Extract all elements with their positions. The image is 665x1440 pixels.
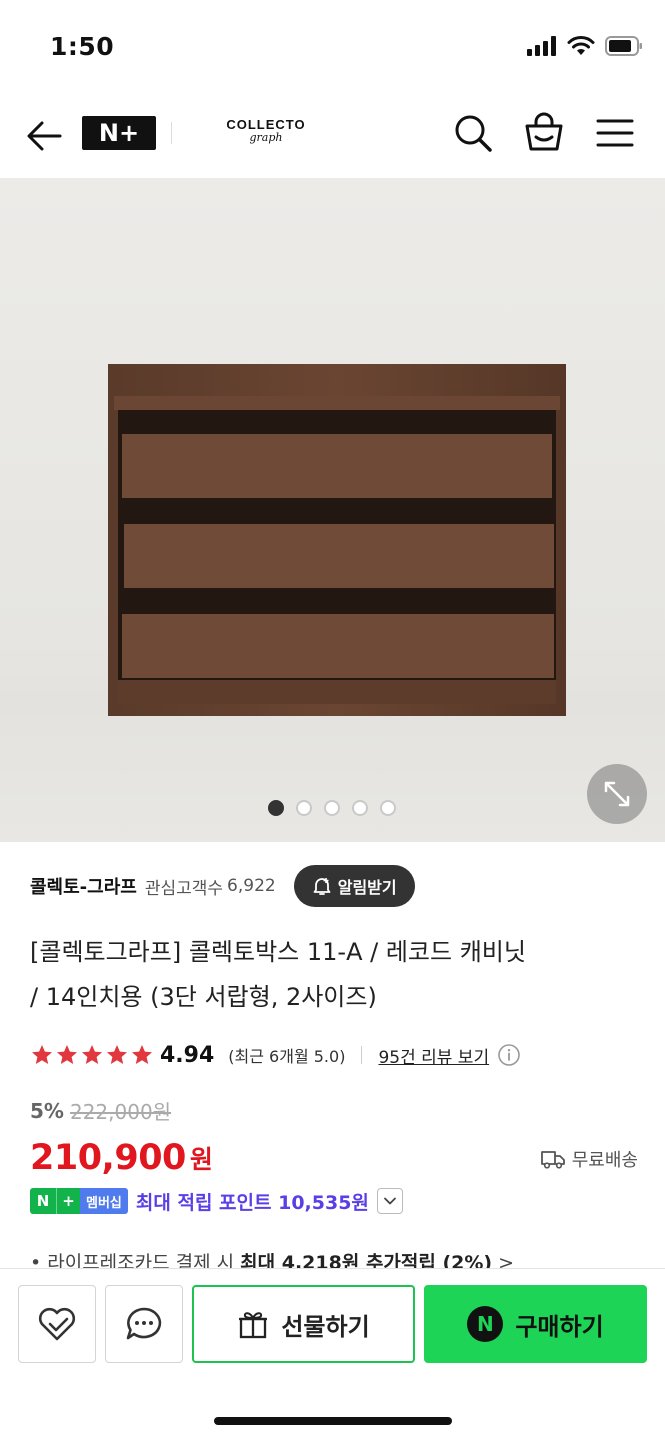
product-title-line2: / 14인치용 (3단 서랍형, 2사이즈) — [30, 983, 377, 1011]
shipping-label: 무료배송 — [571, 1150, 638, 1171]
star-icon — [32, 1045, 52, 1064]
signal-icon — [527, 36, 556, 56]
badge-membership-label: 멤버십 — [80, 1188, 128, 1214]
zoom-button[interactable] — [587, 764, 647, 824]
nav-header: N+ COLLECTO graph — [0, 98, 665, 178]
bell-plus-icon — [313, 878, 331, 895]
chat-bubble-icon — [126, 1307, 162, 1340]
rating-separator — [361, 1046, 363, 1064]
buy-button-label: 구매하기 — [515, 1312, 604, 1341]
status-time: 1:50 — [50, 32, 115, 61]
gift-icon — [239, 1312, 268, 1339]
gallery-dot[interactable] — [296, 800, 312, 816]
product-image-gallery[interactable] — [0, 178, 665, 842]
store-row: 콜렉토-그라프 관심고객수 6,922 알림받기 — [30, 864, 650, 908]
back-button[interactable] — [24, 116, 64, 156]
status-icons — [527, 36, 643, 56]
membership-point-row: N + 멤버십 최대 적립 포인트 10,535원 — [30, 1186, 403, 1216]
home-indicator — [214, 1417, 452, 1425]
naver-plus-badge: N + 멤버십 — [30, 1188, 128, 1214]
search-icon — [455, 115, 492, 152]
alarm-subscribe-button[interactable]: 알림받기 — [293, 865, 415, 907]
product-title-line1: [콜렉토그라프] 콜렉토박스 11-A / 레코드 캐비닛 — [30, 938, 526, 966]
store-fans-count: 6,922 — [227, 876, 276, 896]
store-logo-line1: COLLECTO — [226, 117, 306, 132]
gallery-dot[interactable] — [268, 800, 284, 816]
rating-stars — [30, 1043, 154, 1067]
talk-talk-button[interactable] — [105, 1285, 183, 1363]
cart-button[interactable] — [523, 111, 565, 153]
image-floor — [0, 698, 665, 842]
star-icon — [82, 1045, 102, 1064]
store-name[interactable]: 콜렉토-그라프 — [30, 873, 137, 899]
menu-button[interactable] — [596, 116, 634, 150]
shipping-info: 무료배송 — [540, 1146, 638, 1172]
discount-row: 5% 222,000원 — [30, 1096, 171, 1125]
original-price: 222,000원 — [69, 1100, 172, 1124]
star-icon — [107, 1045, 127, 1064]
store-logo-line2: graph — [249, 131, 283, 144]
status-bar: 1:50 — [0, 0, 665, 98]
star-icon — [57, 1045, 77, 1064]
review-link[interactable]: 95건 리뷰 보기 — [378, 1043, 489, 1068]
info-icon[interactable] — [497, 1043, 521, 1067]
bottom-action-bar: 선물하기 N 구매하기 — [0, 1268, 665, 1440]
store-fans-label: 관심고객수 — [144, 878, 224, 899]
price-row: 210,900 원 무료배송 — [30, 1132, 638, 1178]
nav-divider — [171, 122, 172, 144]
rating-row: 4.94 (최근 6개월 5.0) 95건 리뷰 보기 — [30, 1038, 521, 1072]
gallery-dot[interactable] — [380, 800, 396, 816]
hamburger-menu-icon — [596, 119, 634, 147]
wifi-icon — [567, 36, 595, 55]
product-title: [콜렉토그라프] 콜렉토박스 11-A / 레코드 캐비닛 / 14인치용 (3… — [30, 930, 640, 1020]
rating-recent: (최근 6개월 5.0) — [228, 1047, 346, 1066]
gallery-dot[interactable] — [352, 800, 368, 816]
gift-button[interactable]: 선물하기 — [192, 1285, 415, 1363]
store-logo[interactable]: COLLECTO graph — [218, 118, 314, 150]
chevron-down-icon — [384, 1197, 396, 1205]
naver-pay-n-icon: N — [467, 1306, 504, 1342]
alarm-button-label: 알림받기 — [337, 878, 397, 897]
rating-score: 4.94 — [160, 1042, 215, 1068]
search-button[interactable] — [453, 113, 493, 153]
expand-icon — [604, 781, 630, 807]
buy-button[interactable]: N 구매하기 — [424, 1285, 647, 1363]
price-unit: 원 — [189, 1145, 213, 1174]
shopping-bag-icon — [525, 112, 563, 151]
nplus-logo[interactable]: N+ — [82, 116, 156, 150]
product-photo-cabinet — [108, 364, 566, 716]
wishlist-button[interactable] — [18, 1285, 96, 1363]
arrow-left-icon — [27, 121, 62, 151]
sale-price: 210,900 — [30, 1138, 186, 1178]
point-expand-button[interactable] — [376, 1188, 403, 1214]
gallery-dot[interactable] — [324, 800, 340, 816]
badge-n: N — [30, 1188, 56, 1214]
badge-plus: + — [56, 1188, 80, 1214]
max-point-text: 최대 적립 포인트 10,535원 — [135, 1191, 369, 1214]
gift-button-label: 선물하기 — [281, 1312, 370, 1341]
truck-icon — [540, 1151, 565, 1169]
gallery-pagination — [268, 800, 396, 816]
star-icon — [132, 1045, 152, 1064]
heart-check-icon — [38, 1307, 76, 1341]
discount-rate: 5% — [30, 1098, 64, 1123]
battery-icon — [605, 36, 642, 56]
